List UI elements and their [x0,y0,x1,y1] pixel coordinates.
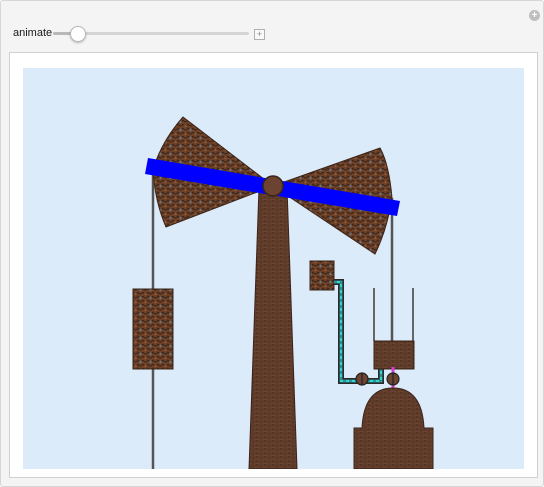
beam-pivot [262,175,284,197]
plus-square-icon[interactable]: + [254,29,265,40]
piston [373,340,415,370]
plus-circle-icon[interactable]: + [529,10,540,21]
valve-box [309,260,335,291]
slider-thumb[interactable] [70,26,86,42]
manipulate-panel: + animate + [0,0,544,487]
counterweight [132,288,174,370]
animate-label: animate [13,27,53,39]
animate-slider[interactable] [53,26,249,42]
steam-engine-scene [23,68,524,469]
graphics-viewport [9,52,538,478]
